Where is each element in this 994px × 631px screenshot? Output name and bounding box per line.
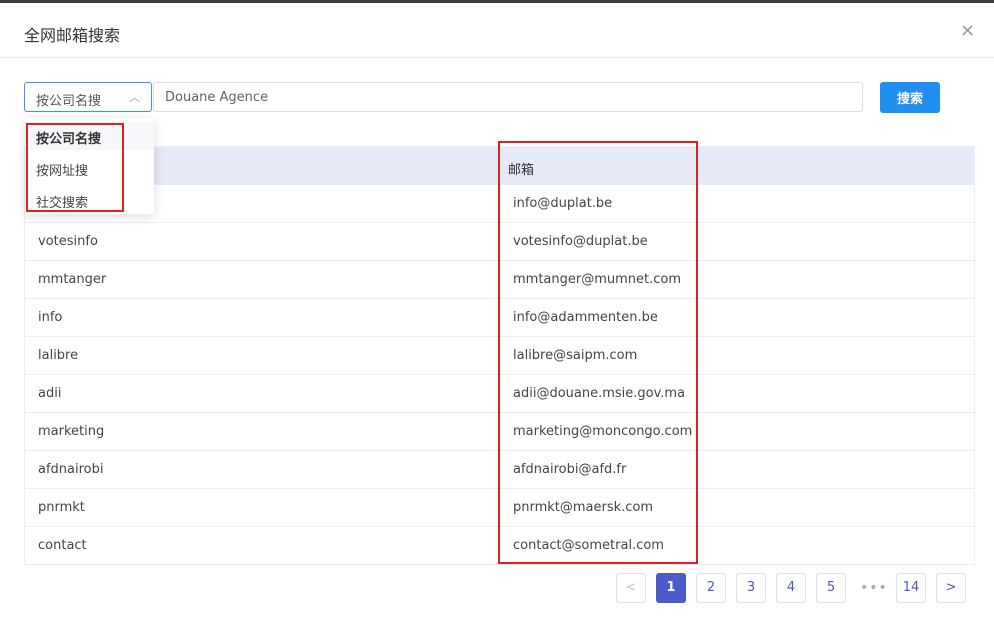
cell-name: info (38, 310, 63, 325)
search-button[interactable]: 搜索 (880, 82, 940, 113)
page-button-4[interactable]: 4 (776, 573, 806, 603)
cell-email: marketing@moncongo.com (513, 424, 693, 439)
cell-email: info@adammenten.be (513, 310, 658, 325)
cell-name: afdnairobi (38, 462, 104, 477)
pagination: < 1 2 3 4 5 ••• 14 > (0, 573, 994, 605)
page-button-2[interactable]: 2 (696, 573, 726, 603)
email-search-dialog: 全网邮箱搜索 × 按公司名搜 ︿ 搜索 邮箱 infoinfo@duplat.b… (0, 3, 994, 631)
cell-name: lalibre (38, 348, 79, 363)
table-row: votesinfo votesinfo@duplat.be (25, 223, 974, 261)
table-row: adii adii@douane.msie.gov.ma (25, 375, 974, 413)
table-row: mmtanger mmtanger@mumnet.com (25, 261, 974, 299)
table-row: info info@adammenten.be (25, 299, 974, 337)
next-page-button[interactable]: > (936, 573, 966, 603)
table-row: contact contact@sometral.com (25, 527, 974, 565)
table-row: marketing marketing@moncongo.com (25, 413, 974, 451)
page-button-3[interactable]: 3 (736, 573, 766, 603)
cell-email: lalibre@saipm.com (513, 348, 638, 363)
table-header: 邮箱 (25, 147, 974, 185)
cell-email: contact@sometral.com (513, 538, 664, 553)
page-button-1[interactable]: 1 (656, 573, 686, 603)
option-social[interactable]: 社交搜索 (36, 192, 88, 211)
cell-name: marketing (38, 424, 105, 439)
prev-page-button[interactable]: < (616, 573, 646, 603)
table-row: pnrmkt pnrmkt@maersk.com (25, 489, 974, 527)
cell-email: adii@douane.msie.gov.ma (513, 386, 686, 401)
table-row: infoinfo@duplat.be (25, 185, 974, 223)
cell-name: votesinfo (38, 234, 98, 249)
cell-name: pnrmkt (38, 500, 85, 515)
results-table: 邮箱 infoinfo@duplat.bevotesinfovotesinfo@… (24, 146, 975, 565)
cell-email: pnrmkt@maersk.com (513, 500, 654, 515)
pagination-ellipsis[interactable]: ••• (860, 580, 888, 596)
cell-email: votesinfo@duplat.be (513, 234, 648, 249)
cell-email: afdnairobi@afd.fr (513, 462, 627, 477)
search-mode-dropdown: 按公司名搜 按网址搜 社交搜索 (25, 118, 154, 214)
page-button-last[interactable]: 14 (896, 573, 926, 603)
cell-email: info@duplat.be (513, 196, 613, 211)
search-mode-select[interactable]: 按公司名搜 ︿ (24, 82, 152, 112)
table-row: lalibre lalibre@saipm.com (25, 337, 974, 375)
header-divider (0, 57, 994, 58)
column-header-email: 邮箱 (508, 163, 535, 178)
table-body: infoinfo@duplat.bevotesinfovotesinfo@dup… (25, 185, 974, 565)
table-row: afdnairobi afdnairobi@afd.fr (25, 451, 974, 489)
option-company-name[interactable]: 按公司名搜 (36, 128, 101, 147)
dialog-title: 全网邮箱搜索 (24, 26, 121, 45)
cell-name: mmtanger (38, 272, 107, 287)
close-icon[interactable]: × (960, 21, 975, 41)
option-website[interactable]: 按网址搜 (36, 160, 88, 179)
page-button-5[interactable]: 5 (816, 573, 846, 603)
cell-name: adii (38, 386, 62, 401)
cell-name: contact (38, 538, 87, 553)
cell-email: mmtanger@mumnet.com (513, 272, 682, 287)
search-mode-value: 按公司名搜 (36, 94, 102, 109)
chevron-up-icon: ︿ (129, 91, 140, 104)
search-input[interactable] (153, 82, 863, 112)
